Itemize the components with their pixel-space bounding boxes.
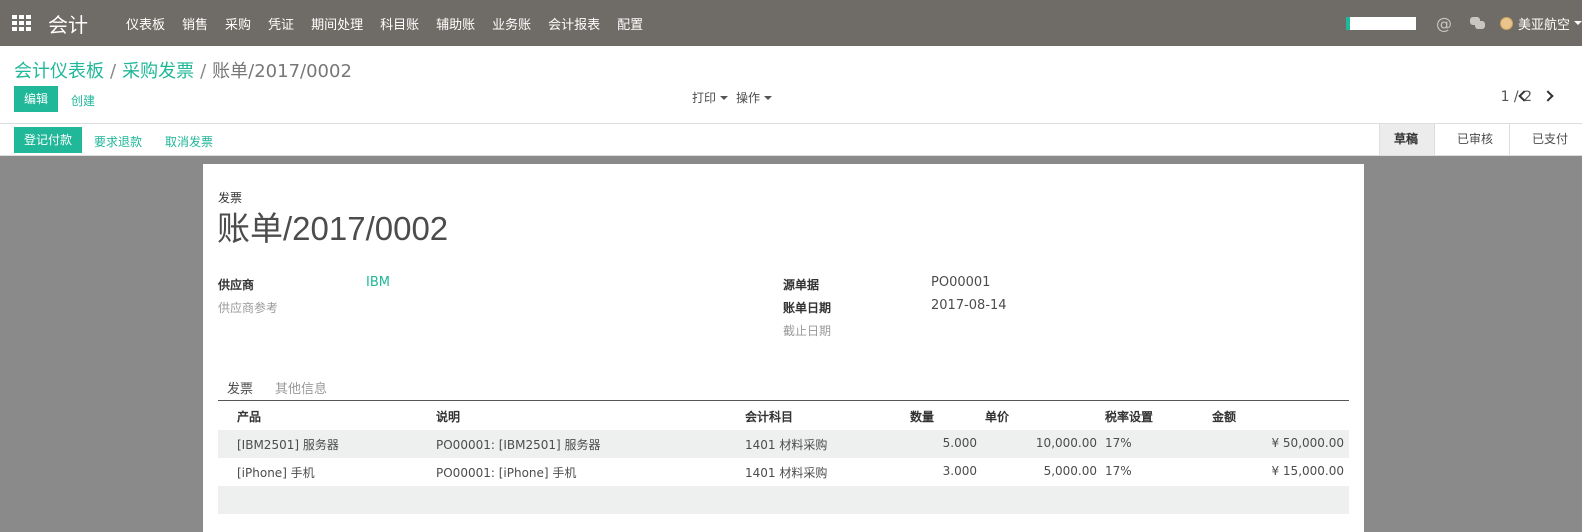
due-date-label: 截止日期 xyxy=(783,324,832,338)
cell-description: PO00001: [IBM2501] 服务器 xyxy=(436,438,601,452)
column-header-description[interactable]: 说明 xyxy=(436,408,460,425)
column-header-taxes[interactable]: 税率设置 xyxy=(1105,408,1153,425)
print-dropdown[interactable]: 打印 xyxy=(692,89,729,106)
create-button[interactable]: 创建 xyxy=(71,92,95,109)
form-tabs: 发票 其他信息 xyxy=(218,374,1349,401)
at-mention-icon[interactable]: @ xyxy=(1436,14,1452,33)
source-document-value: PO00001 xyxy=(931,275,991,290)
print-label: 打印 xyxy=(692,91,717,105)
cancel-invoice-button[interactable]: 取消发票 xyxy=(165,133,213,150)
cell-account: 1401 材料采购 xyxy=(745,438,828,452)
menu-item-auxiliary[interactable]: 辅助账 xyxy=(436,14,475,33)
edit-button[interactable]: 编辑 xyxy=(14,86,58,112)
invoice-lines-table: 产品 说明 会计科目 数量 单价 税率设置 金额 [IBM2501] 服务器 P… xyxy=(218,402,1349,514)
stage-pipeline: 草稿 已审核 已支付 xyxy=(1378,124,1582,155)
caret-down-icon xyxy=(764,95,773,100)
action-dropdown[interactable]: 操作 xyxy=(736,89,773,106)
column-header-product[interactable]: 产品 xyxy=(237,408,261,425)
menu-item-business[interactable]: 业务账 xyxy=(492,14,531,33)
cell-quantity: 3.000 xyxy=(942,464,977,478)
breadcrumb-current: 账单/2017/0002 xyxy=(212,61,352,82)
cell-product: [iPhone] 手机 xyxy=(237,466,315,480)
vendor-field[interactable]: IBM xyxy=(366,275,390,290)
cell-unit-price: 5,000.00 xyxy=(1043,464,1097,478)
tab-invoice[interactable]: 发票 xyxy=(227,378,253,397)
table-row[interactable]: [IBM2501] 服务器 PO00001: [IBM2501] 服务器 140… xyxy=(218,430,1349,458)
status-bar: 登记付款 要求退款 取消发票 草稿 已审核 已支付 xyxy=(0,123,1582,156)
empty-row[interactable] xyxy=(218,486,1349,514)
breadcrumb-separator: / xyxy=(110,61,117,82)
cell-amount: ¥ 15,000.00 xyxy=(1271,464,1344,478)
cell-taxes: 17% xyxy=(1105,464,1132,478)
stage-draft[interactable]: 草稿 xyxy=(1378,124,1434,155)
user-avatar[interactable] xyxy=(1499,16,1513,30)
tab-other-info[interactable]: 其他信息 xyxy=(275,378,327,397)
column-header-account[interactable]: 会计科目 xyxy=(745,408,793,425)
chevron-right-icon[interactable] xyxy=(1542,90,1554,102)
navbar-systray: @ 美亚航空 xyxy=(1345,0,1582,46)
column-header-amount[interactable]: 金额 xyxy=(1212,408,1236,425)
document-title: 账单/2017/0002 xyxy=(217,210,449,247)
source-document-label: 源单据 xyxy=(783,278,820,292)
column-header-unit-price[interactable]: 单价 xyxy=(985,408,1009,425)
invoice-sheet: 发票 账单/2017/0002 供应商 IBM 供应商参考 源单据 PO0000… xyxy=(203,164,1364,532)
menu-item-reports[interactable]: 会计报表 xyxy=(548,14,600,33)
cell-taxes: 17% xyxy=(1105,436,1132,450)
vendor-reference-label: 供应商参考 xyxy=(218,301,279,315)
request-refund-button[interactable]: 要求退款 xyxy=(94,133,142,150)
menu-item-config[interactable]: 配置 xyxy=(617,14,643,33)
cell-description: PO00001: [iPhone] 手机 xyxy=(436,466,577,480)
cell-quantity: 5.000 xyxy=(942,436,977,450)
column-header-quantity[interactable]: 数量 xyxy=(910,408,934,425)
breadcrumb: 会计仪表板 / 采购发票 / 账单/2017/0002 xyxy=(14,57,352,83)
table-header: 产品 说明 会计科目 数量 单价 税率设置 金额 xyxy=(218,402,1349,430)
user-menu[interactable]: 美亚航空 xyxy=(1518,14,1570,33)
menu-item-dashboard[interactable]: 仪表板 xyxy=(126,14,165,33)
cell-unit-price: 10,000.00 xyxy=(1035,436,1097,450)
breadcrumb-dashboard[interactable]: 会计仪表板 xyxy=(14,61,104,82)
bill-date-value: 2017-08-14 xyxy=(931,298,1007,313)
cell-amount: ¥ 50,000.00 xyxy=(1271,436,1344,450)
breadcrumb-separator: / xyxy=(200,61,207,82)
menu-item-period[interactable]: 期间处理 xyxy=(311,14,363,33)
chevron-down-icon[interactable] xyxy=(1574,21,1582,25)
stage-paid[interactable]: 已支付 xyxy=(1508,124,1582,155)
breadcrumb-purchase-invoices[interactable]: 采购发票 xyxy=(122,61,194,82)
menu-item-purchase[interactable]: 采购 xyxy=(225,14,251,33)
top-navbar: 会计 仪表板 销售 采购 凭证 期间处理 科目账 辅助账 业务账 会计报表 配置… xyxy=(0,0,1582,46)
menu-item-vouchers[interactable]: 凭证 xyxy=(268,14,294,33)
menu-item-account-ledger[interactable]: 科目账 xyxy=(380,14,419,33)
cell-account: 1401 材料采购 xyxy=(745,466,828,480)
action-label: 操作 xyxy=(736,91,761,105)
apps-grid-icon[interactable] xyxy=(12,15,32,31)
caret-down-icon xyxy=(720,95,729,100)
bill-date-label: 账单日期 xyxy=(783,301,832,315)
cell-product: [IBM2501] 服务器 xyxy=(237,438,339,452)
systray-progress-widget[interactable] xyxy=(1345,16,1416,30)
table-row[interactable]: [iPhone] 手机 PO00001: [iPhone] 手机 1401 材料… xyxy=(218,458,1349,486)
chat-icon[interactable] xyxy=(1469,17,1486,29)
menu-item-sales[interactable]: 销售 xyxy=(182,14,208,33)
stage-validated[interactable]: 已审核 xyxy=(1433,124,1509,155)
main-menu: 仪表板 销售 采购 凭证 期间处理 科目账 辅助账 业务账 会计报表 配置 xyxy=(126,14,660,33)
vendor-label: 供应商 xyxy=(218,278,255,292)
register-payment-button[interactable]: 登记付款 xyxy=(14,127,83,153)
app-title[interactable]: 会计 xyxy=(48,9,88,38)
